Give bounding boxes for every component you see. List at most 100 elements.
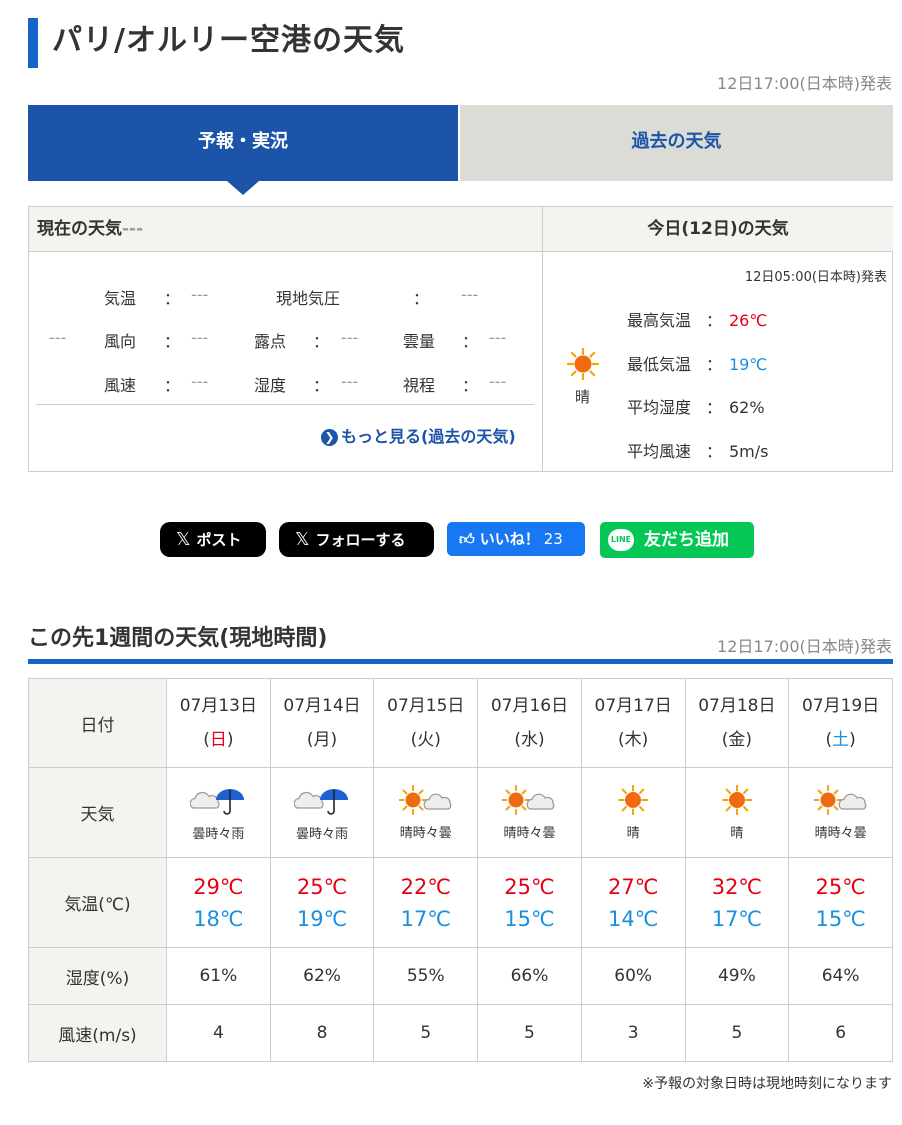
wind-cell: 5 [373, 1004, 479, 1062]
avg-humidity-label: 平均湿度 [627, 398, 692, 417]
sun-icon [618, 784, 649, 817]
today-weather-heading: 今日(12日)の天気 [542, 207, 893, 252]
weather-cell: 晴 [684, 767, 790, 858]
weather-text: 晴時々曇 [814, 825, 867, 841]
weather-cell: 曇時々雨 [269, 767, 375, 858]
cloud-umbrella-icon [293, 784, 350, 816]
weather-text: 晴 [730, 825, 744, 841]
pressure-label: 現地気圧 [276, 289, 341, 308]
cloud-umbrella-icon [189, 784, 246, 816]
tab-forecast-label: 予報・実況 [198, 131, 288, 152]
high-temp: 25℃ [296, 874, 348, 899]
date-text: 07月13日 [179, 696, 257, 716]
today-weather-panel: 12日05:00(日本時)発表 晴 最高気温 ： 26℃ 最低気温 ： 19℃ 平均湿度… [542, 252, 893, 472]
humidity-cell: 55% [373, 947, 479, 1005]
row-weather: 天気 曇時々雨 曇時々雨 晴時々曇 晴時々曇 晴 晴 晴時々曇 [28, 767, 893, 858]
weather-cell: 晴時々曇 [477, 767, 582, 858]
weather-text: 晴時々曇 [399, 825, 452, 841]
tab-bar: 予報・実況 過去の天気 [28, 105, 893, 195]
temp-value: --- [191, 285, 209, 304]
line-logo-icon: LINE [608, 529, 634, 551]
low-temp: 15℃ [815, 906, 866, 931]
page-title: パリ/オルリー空港の天気 [28, 18, 405, 68]
wind-cell: 8 [269, 1004, 375, 1062]
facebook-like-button[interactable]: 👍︎ いいね！ 23 [447, 522, 585, 556]
row-label-date: 日付 [28, 678, 167, 768]
row-label-wind: 風速(m/s) [28, 1004, 167, 1062]
weather-text: 曇時々雨 [192, 826, 245, 842]
date-cell: 07月13日 (日) [166, 678, 271, 768]
avg-wind-label: 平均風速 [627, 442, 692, 461]
avg-humidity-value: 62% [729, 398, 765, 417]
sun-icon [721, 784, 752, 817]
date-text: 07月15日 [387, 696, 465, 716]
temp-cell: 29℃ 18℃ [166, 857, 271, 948]
temp-cell: 25℃ 19℃ [269, 857, 375, 948]
today-min-temp: 最低気温 ： 19℃ [627, 351, 767, 375]
avg-wind-colon: ： [705, 442, 722, 461]
more-past-weather-link[interactable]: ❯ もっと見る(過去の天気) [321, 423, 516, 447]
day-of-week: 金 [728, 730, 746, 750]
visibility-value: --- [489, 372, 507, 391]
date-text: 07月16日 [490, 696, 569, 716]
high-temp: 25℃ [815, 874, 866, 899]
max-temp-label: 最高気温 [627, 311, 692, 330]
temp-cell: 27℃ 14℃ [580, 857, 686, 948]
row-temp: 気温(℃) 29℃ 18℃ 25℃ 19℃ 22℃ 17℃ 25℃ 15℃ 27℃ 14℃ 32℃ 1… [28, 857, 893, 948]
tab-forecast[interactable]: 予報・実況 [28, 105, 458, 195]
weather-text: 晴時々曇 [503, 825, 556, 841]
weather-cell: 晴時々曇 [373, 767, 479, 858]
today-avg-humidity: 平均湿度 ： 62% [627, 394, 765, 418]
date-cell: 07月15日 (火) [373, 678, 479, 768]
like-label: いいね！ [479, 530, 540, 548]
like-count: 23 [543, 530, 563, 548]
sun-cloud-icon [398, 784, 453, 817]
temp-cell: 32℃ 17℃ [684, 857, 790, 948]
date-text: 07月18日 [698, 696, 776, 716]
x-follow-button[interactable]: 𝕏 フォローする [279, 522, 434, 557]
date-text: 07月19日 [801, 696, 880, 716]
day-of-week: 水 [520, 730, 538, 750]
date-cell: 07月17日 (木) [580, 678, 686, 768]
wind-dir-value: --- [191, 328, 209, 347]
x-logo-icon: 𝕏 [176, 529, 191, 550]
wind-cell: 4 [166, 1004, 271, 1062]
date-cell: 07月18日 (金) [684, 678, 790, 768]
weather-text: 曇時々雨 [296, 826, 349, 842]
humidity-cell: 61% [166, 947, 271, 1005]
humidity-colon: ： [313, 376, 330, 395]
day-of-week: 日 [209, 730, 227, 750]
humidity-cell: 60% [580, 947, 686, 1005]
more-link-label: もっと見る(過去の天気) [341, 427, 516, 446]
row-humidity: 湿度(%) 61% 62% 55% 66% 60% 49% 64% [28, 947, 893, 1005]
date-cell: 07月16日 (水) [477, 678, 582, 768]
section-underline [28, 659, 893, 664]
low-temp: 17℃ [711, 906, 763, 931]
avg-humidity-colon: ： [705, 398, 722, 417]
sun-icon [566, 347, 600, 384]
weather-cell: 晴 [580, 767, 686, 858]
week-issued-time: 12日17:00(日本時)発表 [717, 637, 892, 656]
current-weather-title: 現在の天気 [37, 219, 122, 239]
wind-dir-label: 風向 [104, 332, 137, 351]
day-of-week: 木 [624, 730, 642, 750]
weather-cell: 曇時々雨 [166, 767, 271, 858]
low-temp: 18℃ [193, 906, 244, 931]
wind-cell: 6 [788, 1004, 893, 1062]
date-text: 07月14日 [283, 696, 361, 716]
current-weather-icon-placeholder: --- [49, 328, 67, 347]
temp-cell: 22℃ 17℃ [373, 857, 479, 948]
max-temp-value: 26℃ [729, 311, 768, 330]
visibility-colon: ： [462, 376, 479, 395]
low-temp: 19℃ [296, 906, 348, 931]
line-add-friend-button[interactable]: LINE 友だち追加 [600, 522, 754, 558]
current-weather-value: --- [122, 219, 144, 239]
x-post-button[interactable]: 𝕏 ポスト [160, 522, 266, 557]
min-temp-value: 19℃ [729, 355, 768, 374]
cloud-label: 雲量 [403, 332, 436, 351]
thumbs-up-icon: 👍︎ [459, 530, 475, 548]
high-temp: 22℃ [400, 874, 451, 899]
humidity-cell: 49% [684, 947, 790, 1005]
date-cell: 07月19日 (土) [788, 678, 893, 768]
tab-past-weather[interactable]: 過去の天気 [460, 105, 893, 181]
